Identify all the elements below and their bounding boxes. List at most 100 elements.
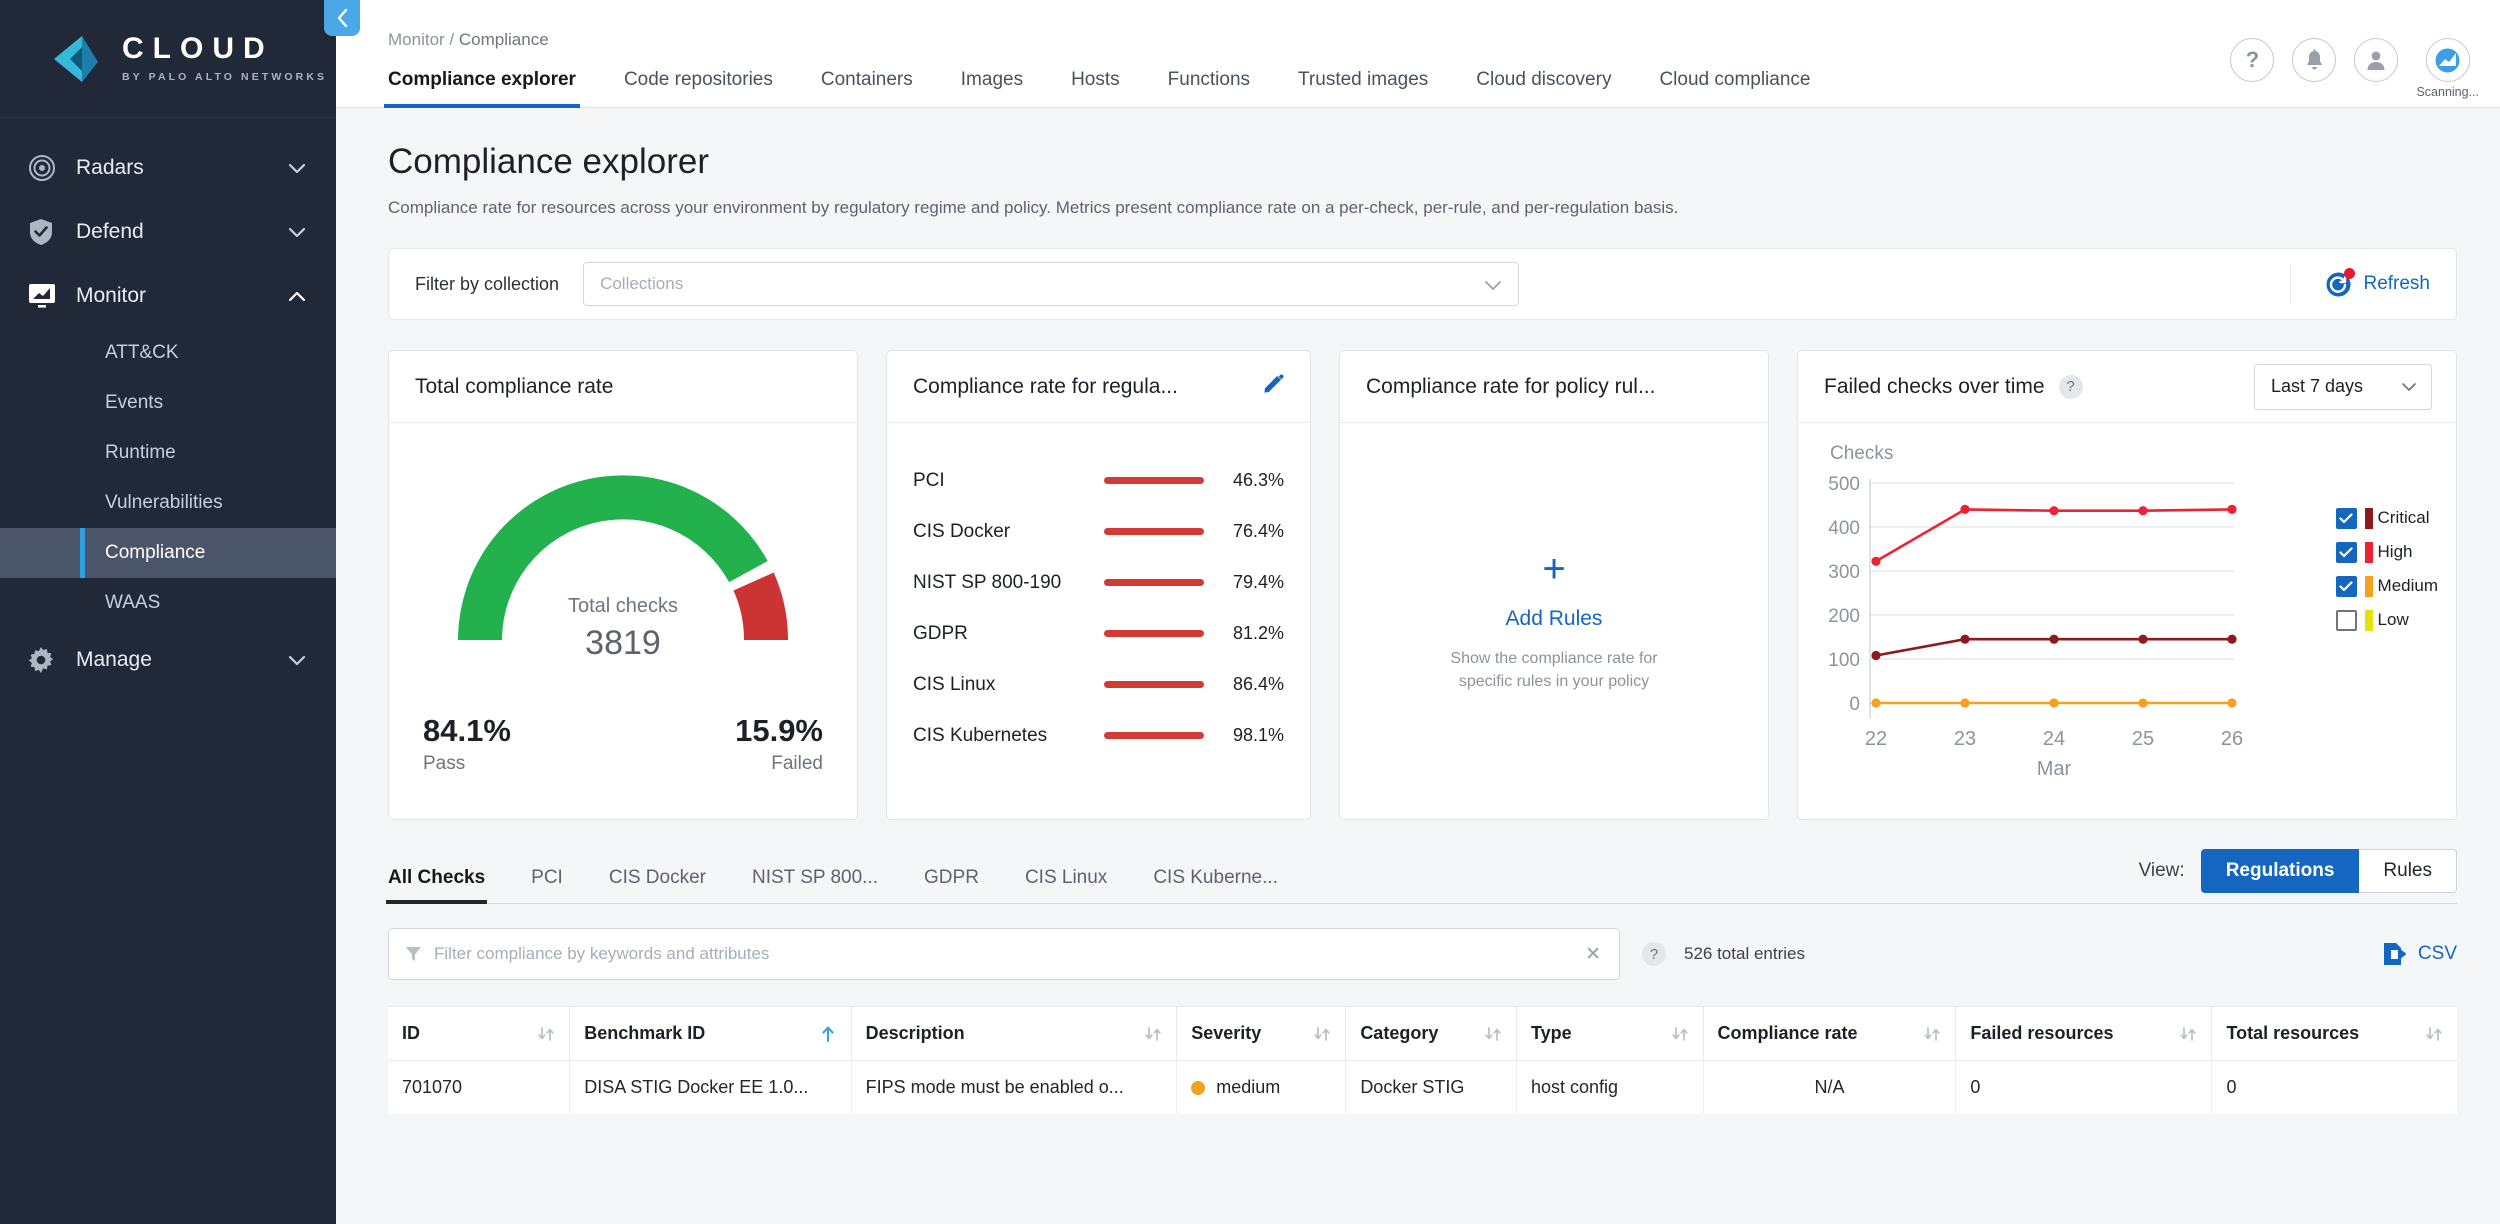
sidebar-item-attck[interactable]: ATT&CK [0,328,336,378]
time-range-select[interactable]: Last 7 days [2254,363,2432,410]
sidebar-item-vulnerabilities[interactable]: Vulnerabilities [0,478,336,528]
tab-containers[interactable]: Containers [821,69,913,107]
table-row[interactable]: 701070 DISA STIG Docker EE 1.0... FIPS m… [388,1060,2457,1114]
sidebar-item-runtime[interactable]: Runtime [0,428,336,478]
svg-text:400: 400 [1828,518,1860,539]
column-header-category[interactable]: Category [1345,1006,1518,1061]
refresh-button[interactable]: Refresh [2290,264,2430,304]
legend-item-medium[interactable]: Medium [2335,569,2438,603]
tab-functions[interactable]: Functions [1168,69,1250,107]
sidebar-group-radars[interactable]: Radars [0,136,336,200]
breadcrumb-separator: / [449,30,455,49]
tab-trusted-images[interactable]: Trusted images [1298,69,1428,107]
tab-hosts[interactable]: Hosts [1071,69,1120,107]
summary-cards: Total compliance rate Total checks 3819 … [388,350,2457,820]
card-body: Total checks 3819 84.1% Pass 15.9% Faile… [389,423,857,819]
regulation-bar [1104,630,1204,637]
table-body: 701070 DISA STIG Docker EE 1.0... FIPS m… [388,1060,2457,1114]
filter-bar: Filter by collection Collections Refresh [388,248,2457,320]
clear-search-icon[interactable]: ✕ [1585,943,1601,966]
collections-select[interactable]: Collections [583,262,1520,306]
tab-cis-linux[interactable]: CIS Linux [1025,867,1107,903]
top-tabs: Compliance explorer Code repositories Co… [336,50,2500,108]
tab-compliance-explorer[interactable]: Compliance explorer [384,69,580,108]
column-header-compliance-rate[interactable]: Compliance rate [1703,1006,1957,1061]
tab-nist-sp-800[interactable]: NIST SP 800... [752,867,878,903]
column-header-type[interactable]: Type [1516,1006,1704,1061]
total-entries: 526 total entries [1684,944,1805,963]
column-header-total-resources[interactable]: Total resources [2211,1006,2457,1061]
sidebar-group-defend[interactable]: Defend [0,200,336,264]
column-header-failed-resources[interactable]: Failed resources [1955,1006,2213,1061]
help-icon[interactable]: ? [2230,38,2275,82]
add-rules-button[interactable]: + Add Rules Show the compliance rate for… [1340,423,1768,819]
help-icon[interactable]: ? [1642,942,1666,966]
scanning-indicator[interactable]: Scanning... [2416,38,2479,99]
chevron-down-icon [288,655,306,665]
column-label: Benchmark ID [584,1023,706,1043]
column-header-severity[interactable]: Severity [1176,1006,1347,1061]
regulation-name: GDPR [913,622,968,644]
card-title: Failed checks over time [1824,374,2045,398]
bell-icon[interactable] [2292,38,2337,82]
help-icon[interactable]: ? [2058,374,2083,399]
pencil-icon[interactable] [1262,372,1286,401]
breadcrumb-current: Compliance [458,30,549,49]
regulation-bar [1104,579,1204,586]
tab-gdpr[interactable]: GDPR [924,867,979,903]
tab-pci[interactable]: PCI [531,867,563,903]
tab-cis-kubernetes[interactable]: CIS Kuberne... [1153,867,1278,903]
regulation-row[interactable]: NIST SP 800-190 79.4% [913,557,1284,608]
card-header: Compliance rate for regula... [887,351,1310,423]
regulation-percent: 76.4% [1232,521,1284,541]
legend-item-high[interactable]: High [2335,535,2438,569]
regulation-bar [1104,528,1204,535]
search-input[interactable]: Filter compliance by keywords and attrib… [388,928,1620,980]
sidebar-nav: Radars Defend Monitor ATT&CK Events Runt… [0,118,336,692]
breadcrumb-parent[interactable]: Monitor [388,30,445,49]
column-label: Category [1360,1023,1439,1043]
regulation-percent: 46.3% [1232,470,1284,490]
csv-export-button[interactable]: CSV [2381,941,2457,967]
table-toolbar: Filter compliance by keywords and attrib… [388,928,2457,980]
tab-cloud-discovery[interactable]: Cloud discovery [1476,69,1611,107]
checks-tabs: All Checks PCI CIS Docker NIST SP 800...… [385,849,2457,904]
column-label: Severity [1191,1023,1262,1043]
regulation-percent: 81.2% [1232,623,1284,643]
app-root: CLOUD BY PALO ALTO NETWORKS Radars Defen… [0,0,2500,1224]
sidebar-group-monitor[interactable]: Monitor [0,264,336,328]
regulation-row[interactable]: CIS Linux 86.4% [913,659,1284,710]
sidebar-group-label: Radars [76,156,144,179]
column-header-benchmark-id[interactable]: Benchmark ID [569,1006,852,1061]
sidebar-group-manage[interactable]: Manage [0,628,336,692]
sidebar-item-compliance[interactable]: Compliance [0,528,336,578]
gauge-pass: 84.1% Pass [423,713,511,775]
tab-code-repositories[interactable]: Code repositories [624,69,773,107]
regulation-row[interactable]: GDPR 81.2% [913,608,1284,659]
legend-item-low[interactable]: Low [2335,603,2438,637]
gear-icon [28,647,62,673]
regulation-row[interactable]: CIS Docker 76.4% [913,506,1284,557]
legend-item-critical[interactable]: Critical [2335,501,2438,535]
sidebar-item-events[interactable]: Events [0,378,336,428]
tab-all-checks[interactable]: All Checks [385,867,488,904]
scanning-label: Scanning... [2416,85,2479,99]
tab-cloud-compliance[interactable]: Cloud compliance [1659,69,1810,107]
add-rules-description: Show the compliance rate for specific ru… [1450,649,1658,690]
view-option-regulations[interactable]: Regulations [2200,849,2360,893]
tab-cis-docker[interactable]: CIS Docker [609,867,706,903]
tab-images[interactable]: Images [961,69,1023,107]
sidebar-collapse-button[interactable] [324,0,360,36]
sidebar-item-waas[interactable]: WAAS [0,578,336,628]
column-header-id[interactable]: ID [388,1006,571,1061]
regulation-name: CIS Linux [913,673,996,695]
regulation-row[interactable]: CIS Kubernetes 98.1% [913,710,1284,761]
view-option-rules[interactable]: Rules [2359,849,2457,893]
severity-dot [1191,1080,1206,1095]
checkbox-icon [2335,541,2357,563]
user-icon[interactable] [2354,38,2399,82]
column-header-description[interactable]: Description [851,1006,1178,1061]
card-compliance-rate-policy-rules: Compliance rate for policy rul... + Add … [1339,350,1769,820]
regulation-row[interactable]: PCI 46.3% [913,455,1284,506]
card-title: Compliance rate for regula... [913,374,1178,398]
